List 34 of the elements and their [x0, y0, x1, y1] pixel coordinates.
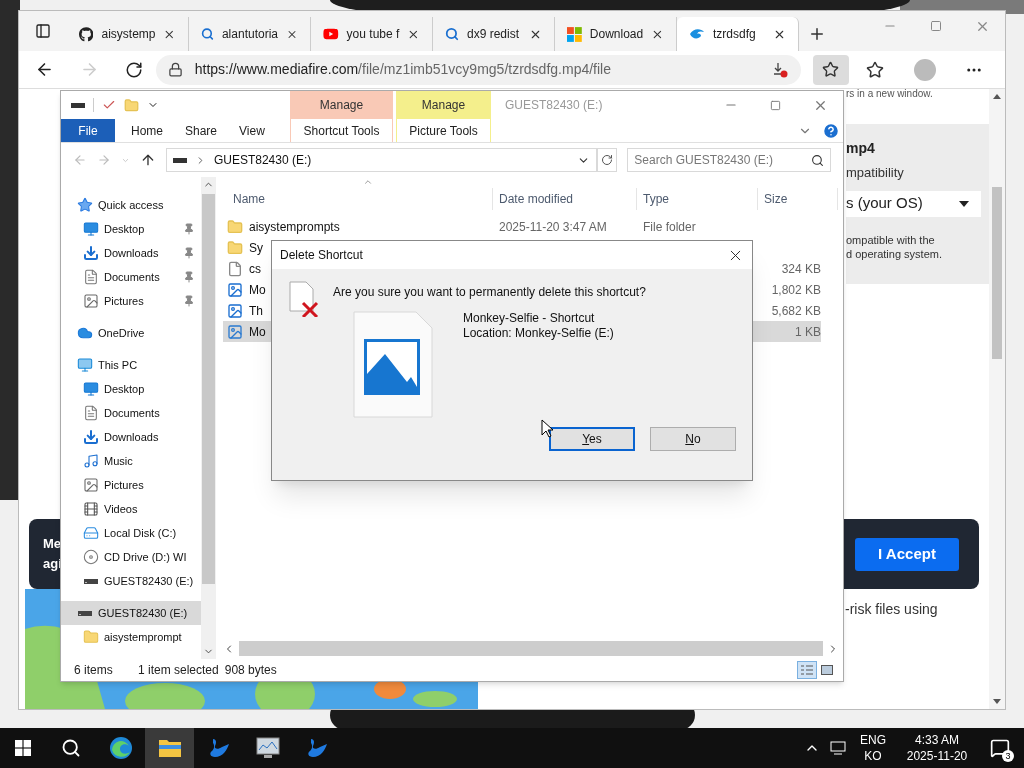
context-tab-group: Manage [396, 91, 491, 119]
selection-status: 1 item selected [138, 662, 219, 679]
item-location: Location: Monkey-Selfie (E:) [463, 326, 614, 341]
window-title: GUEST82430 (E:) [505, 97, 603, 114]
size-cell: 5,682 KB [771, 303, 821, 318]
size-cell: 1 KB [795, 324, 821, 339]
tab-title: Download [589, 26, 644, 43]
file-name: aisystemprompts [249, 218, 340, 236]
compatibility-label: mpatibility [846, 164, 905, 182]
file-name: Th [249, 302, 263, 320]
risk-text: -risk files using [845, 601, 938, 617]
selection-size: 908 bytes [224, 662, 277, 679]
date-cell: 2025-11-20 3:47 AM [499, 219, 607, 234]
item-name: Monkey-Selfie - Shortcut [463, 311, 596, 326]
tab-title: alantutoria [221, 26, 278, 43]
tab-title: you tube f [346, 26, 400, 43]
dialog-title: Delete Shortcut [280, 247, 363, 264]
file-name: Mo [249, 323, 266, 341]
file-type-label: mp4 [846, 139, 876, 158]
compatibility-note: ompatible with the d operating system. [846, 232, 943, 261]
size-cell: 324 KB [781, 261, 821, 276]
tab-title: dx9 redist [467, 26, 521, 43]
tab-title: aisystemp [101, 26, 156, 43]
file-name: cs [249, 260, 261, 278]
dialog-message: Are you sure you want to permanently delete this shortcut? [333, 284, 646, 301]
tab-title: tzrdsdfg [713, 26, 757, 43]
note-text: rs in a new window. [846, 87, 934, 101]
url-text: https://www.mediafire.com/file/mz1imb51vcy9mg5/tzrdsdfg.mp4/file [194, 60, 611, 79]
context-tab-group: Manage [290, 91, 393, 119]
file-name: Sy [249, 239, 263, 257]
size-cell: 1,802 KB [771, 282, 821, 297]
item-count: 6 items [74, 662, 114, 679]
file-name: Mo [249, 281, 266, 299]
type-cell: File folder [643, 219, 696, 234]
